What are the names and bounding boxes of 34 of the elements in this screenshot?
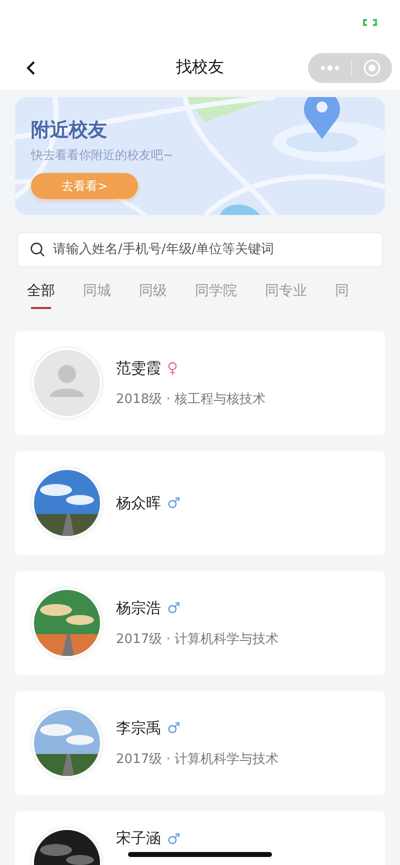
filter-tab[interactable]: 同 <box>335 279 349 309</box>
alumni-card[interactable]: 李宗禹 ♂ 2017级 · 计算机科学与技术 <box>15 691 385 795</box>
filter-tab[interactable]: 同学院 <box>195 279 237 309</box>
more-icon[interactable] <box>320 64 340 70</box>
avatar-placeholder-icon <box>34 350 100 416</box>
class-major-text: 2018级 · 核工程与核技术 <box>116 390 266 408</box>
search-field[interactable]: 请输入姓名/手机号/年级/单位等关键词 <box>17 232 383 267</box>
banner-title: 附近校友 <box>31 118 107 143</box>
gender-icon: ♂ <box>167 599 180 617</box>
class-major-text: 2017级 · 计算机科学与技术 <box>116 750 278 768</box>
alumni-card[interactable]: 宋子涵 ♂ <box>15 811 385 865</box>
alumni-name: 范雯霞 <box>116 358 161 378</box>
alumni-card[interactable]: 杨众晖 ♂ <box>15 451 385 555</box>
alumni-name: 宋子涵 <box>116 829 161 848</box>
alumni-name: 杨众晖 <box>116 494 161 512</box>
alumni-card[interactable]: 范雯霞 ♀ 2018级 · 核工程与核技术 <box>15 331 385 435</box>
back-icon[interactable] <box>26 60 36 76</box>
gender-icon: ♂ <box>167 830 180 848</box>
filter-tab[interactable]: 同专业 <box>265 279 307 309</box>
alumni-name: 李宗禹 <box>116 718 161 738</box>
filter-tab[interactable]: 全部 <box>27 279 55 309</box>
filter-tab[interactable]: 同级 <box>139 279 167 309</box>
filter-tab[interactable]: 同城 <box>83 279 111 309</box>
capsule-menu[interactable] <box>308 52 392 82</box>
gender-icon: ♂ <box>167 494 180 512</box>
page-title: 找校友 <box>175 57 225 78</box>
location-pin-icon <box>303 97 341 139</box>
gender-icon: ♀ <box>167 359 178 377</box>
alumni-card[interactable]: 杨宗浩 ♂ 2017级 · 计算机科学与技术 <box>15 571 385 675</box>
alumni-name: 杨宗浩 <box>116 598 161 618</box>
gender-icon: ♂ <box>167 719 180 737</box>
banner-subtitle: 快去看看你附近的校友吧~ <box>31 147 174 164</box>
class-major-text: 2017级 · 计算机科学与技术 <box>116 630 278 648</box>
nearby-banner[interactable]: 附近校友 快去看看你附近的校友吧~ 去看看> <box>15 97 385 215</box>
